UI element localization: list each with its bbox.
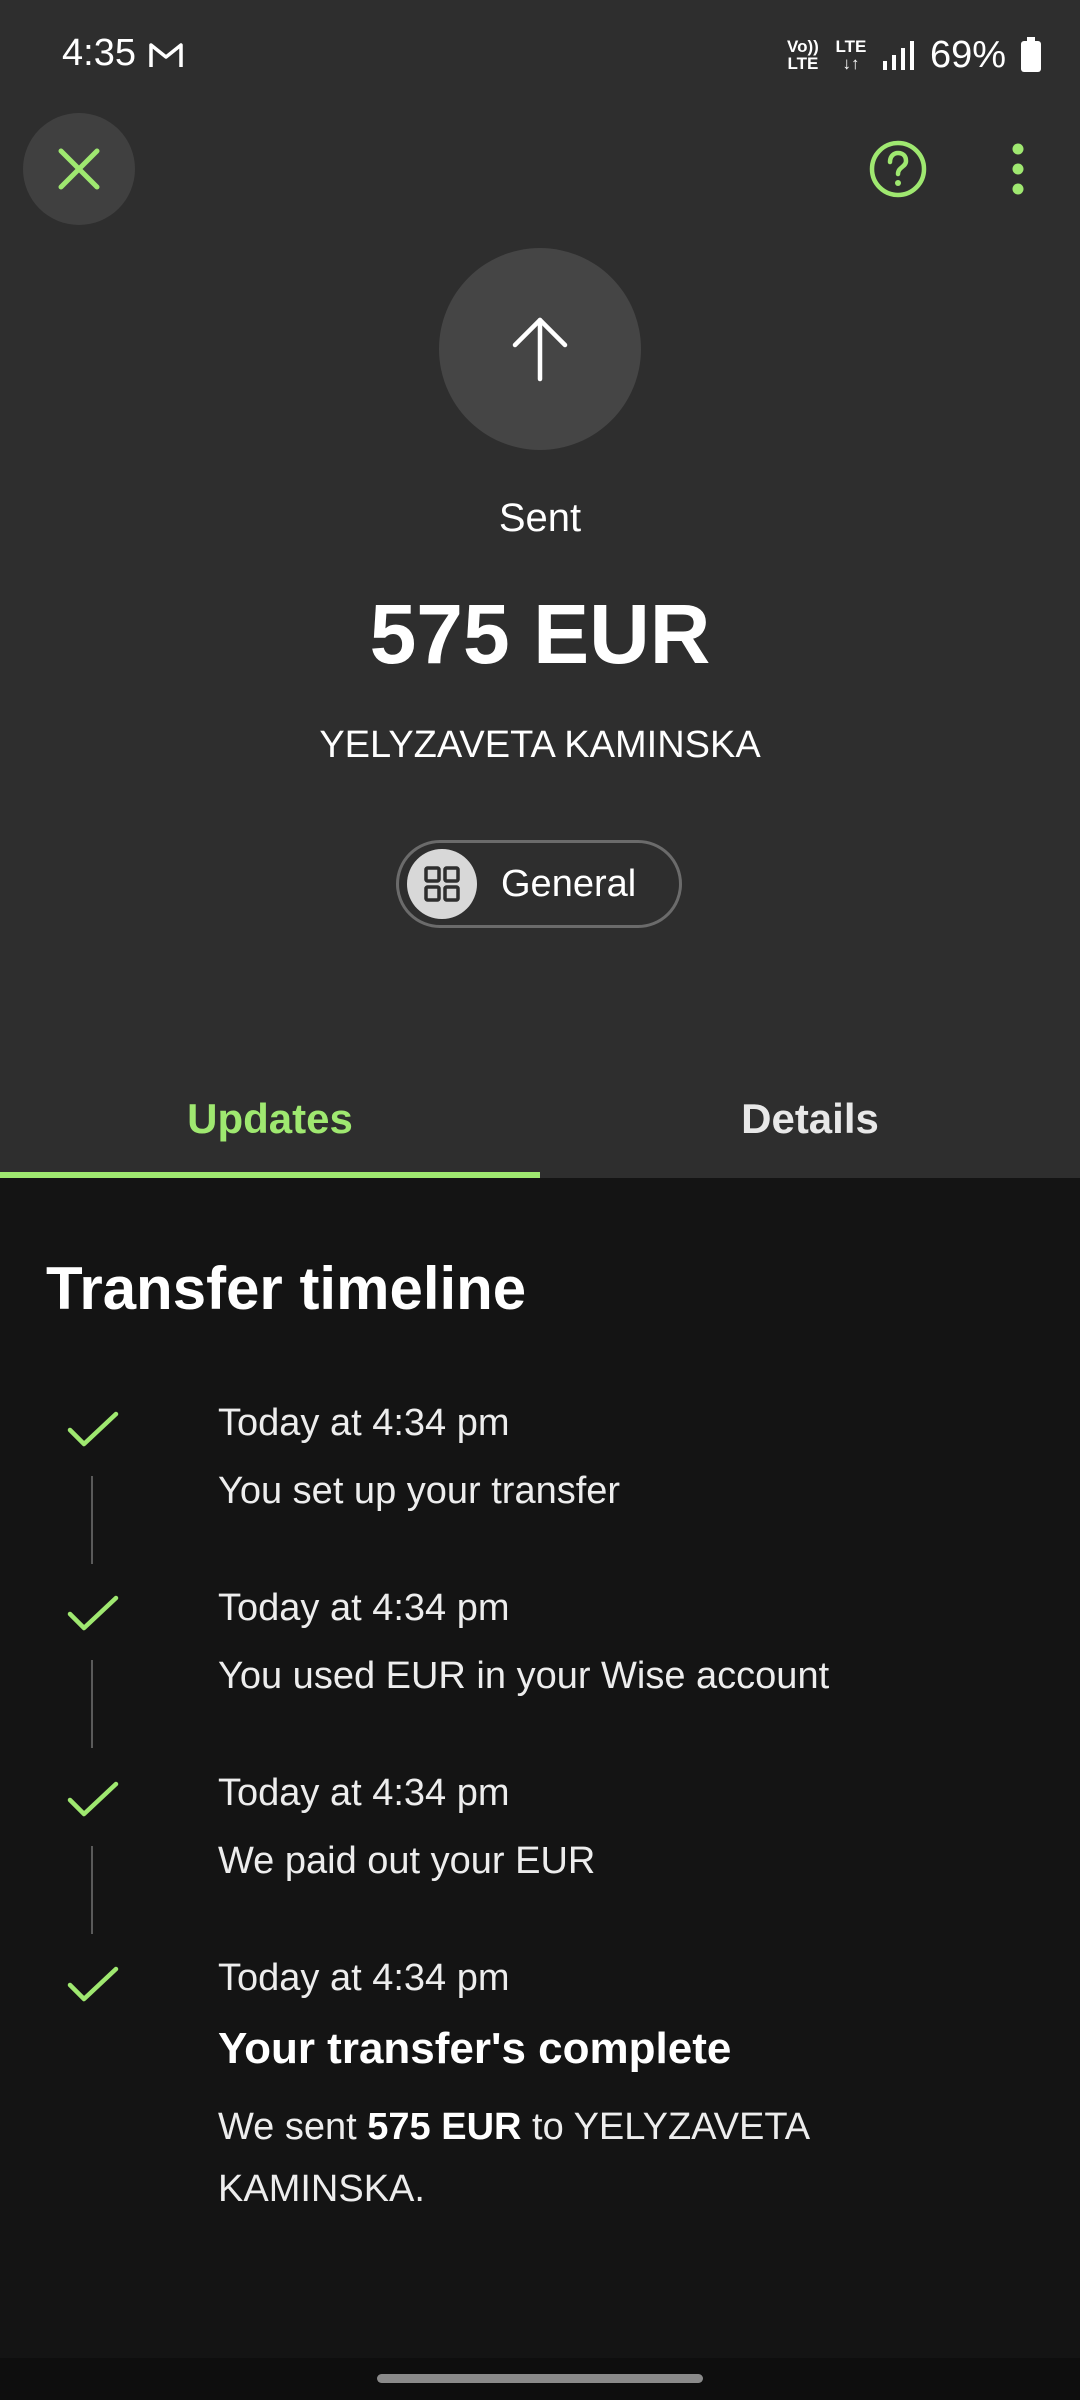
gmail-icon [149,43,183,67]
status-time: 4:35 [62,32,136,74]
battery-icon [1021,37,1041,72]
timeline-connector [91,1660,93,1748]
transfer-amount: 575 EUR [369,587,711,681]
check-icon [67,1966,119,2002]
transfer-detail-screen: 4:35 Vo)) LTE LTE ↓↑ 69% Sent 575 EUR YE… [0,0,1080,2400]
event-time: Today at 4:34 pm [218,1957,510,1999]
status-icons: Vo)) LTE LTE ↓↑ 69% [786,30,1042,80]
tab-updates[interactable]: Updates [0,1060,540,1178]
close-icon [58,148,100,190]
status-bar: 4:35 Vo)) LTE LTE ↓↑ 69% [0,0,1080,110]
sent-status-badge [439,248,641,450]
recipient-name: YELYZAVETA KAMINSKA [319,724,761,766]
category-label: General [501,862,637,905]
timeline-connector [91,1476,93,1564]
transfer-status-label: Sent [498,496,582,540]
lte-indicator: LTE ↓↑ [834,38,868,72]
completion-message: We sent 575 EUR to YELYZAVETA KAMINSKA. [218,2096,918,2220]
help-button[interactable] [862,133,934,205]
timeline-title: Transfer timeline [46,1255,527,1322]
data-arrows-icon: ↓↑ [842,54,860,73]
active-tab-indicator [0,1172,540,1178]
event-time: Today at 4:34 pm [218,1402,510,1444]
completion-prefix: We sent [218,2106,368,2148]
timeline-connector [91,1846,93,1934]
more-options-button[interactable] [998,133,1038,205]
event-time: Today at 4:34 pm [218,1587,510,1629]
check-icon [67,1781,119,1817]
category-grid-icon [407,849,477,919]
home-indicator[interactable] [377,2374,703,2383]
category-chip[interactable]: General [396,840,682,928]
check-icon [67,1411,119,1447]
completion-amount: 575 EUR [367,2106,522,2148]
event-time: Today at 4:34 pm [218,1772,510,1814]
close-button[interactable] [23,113,135,225]
help-icon [869,140,927,198]
signal-icon [882,41,914,70]
more-vertical-icon [1012,143,1024,195]
completion-heading: Your transfer's complete [218,2024,732,2073]
tab-bar: Updates Details [0,1060,1080,1178]
battery-percent: 69% [929,33,1006,76]
event-description: We paid out your EUR [218,1840,596,1882]
tab-details[interactable]: Details [540,1060,1080,1178]
event-description: You used EUR in your Wise account [218,1655,830,1697]
arrow-up-icon [512,317,568,382]
check-icon [67,1595,119,1631]
event-description: You set up your transfer [218,1470,621,1512]
volte-indicator: Vo)) LTE [786,38,820,72]
volte-label: Vo)) LTE [787,37,819,73]
